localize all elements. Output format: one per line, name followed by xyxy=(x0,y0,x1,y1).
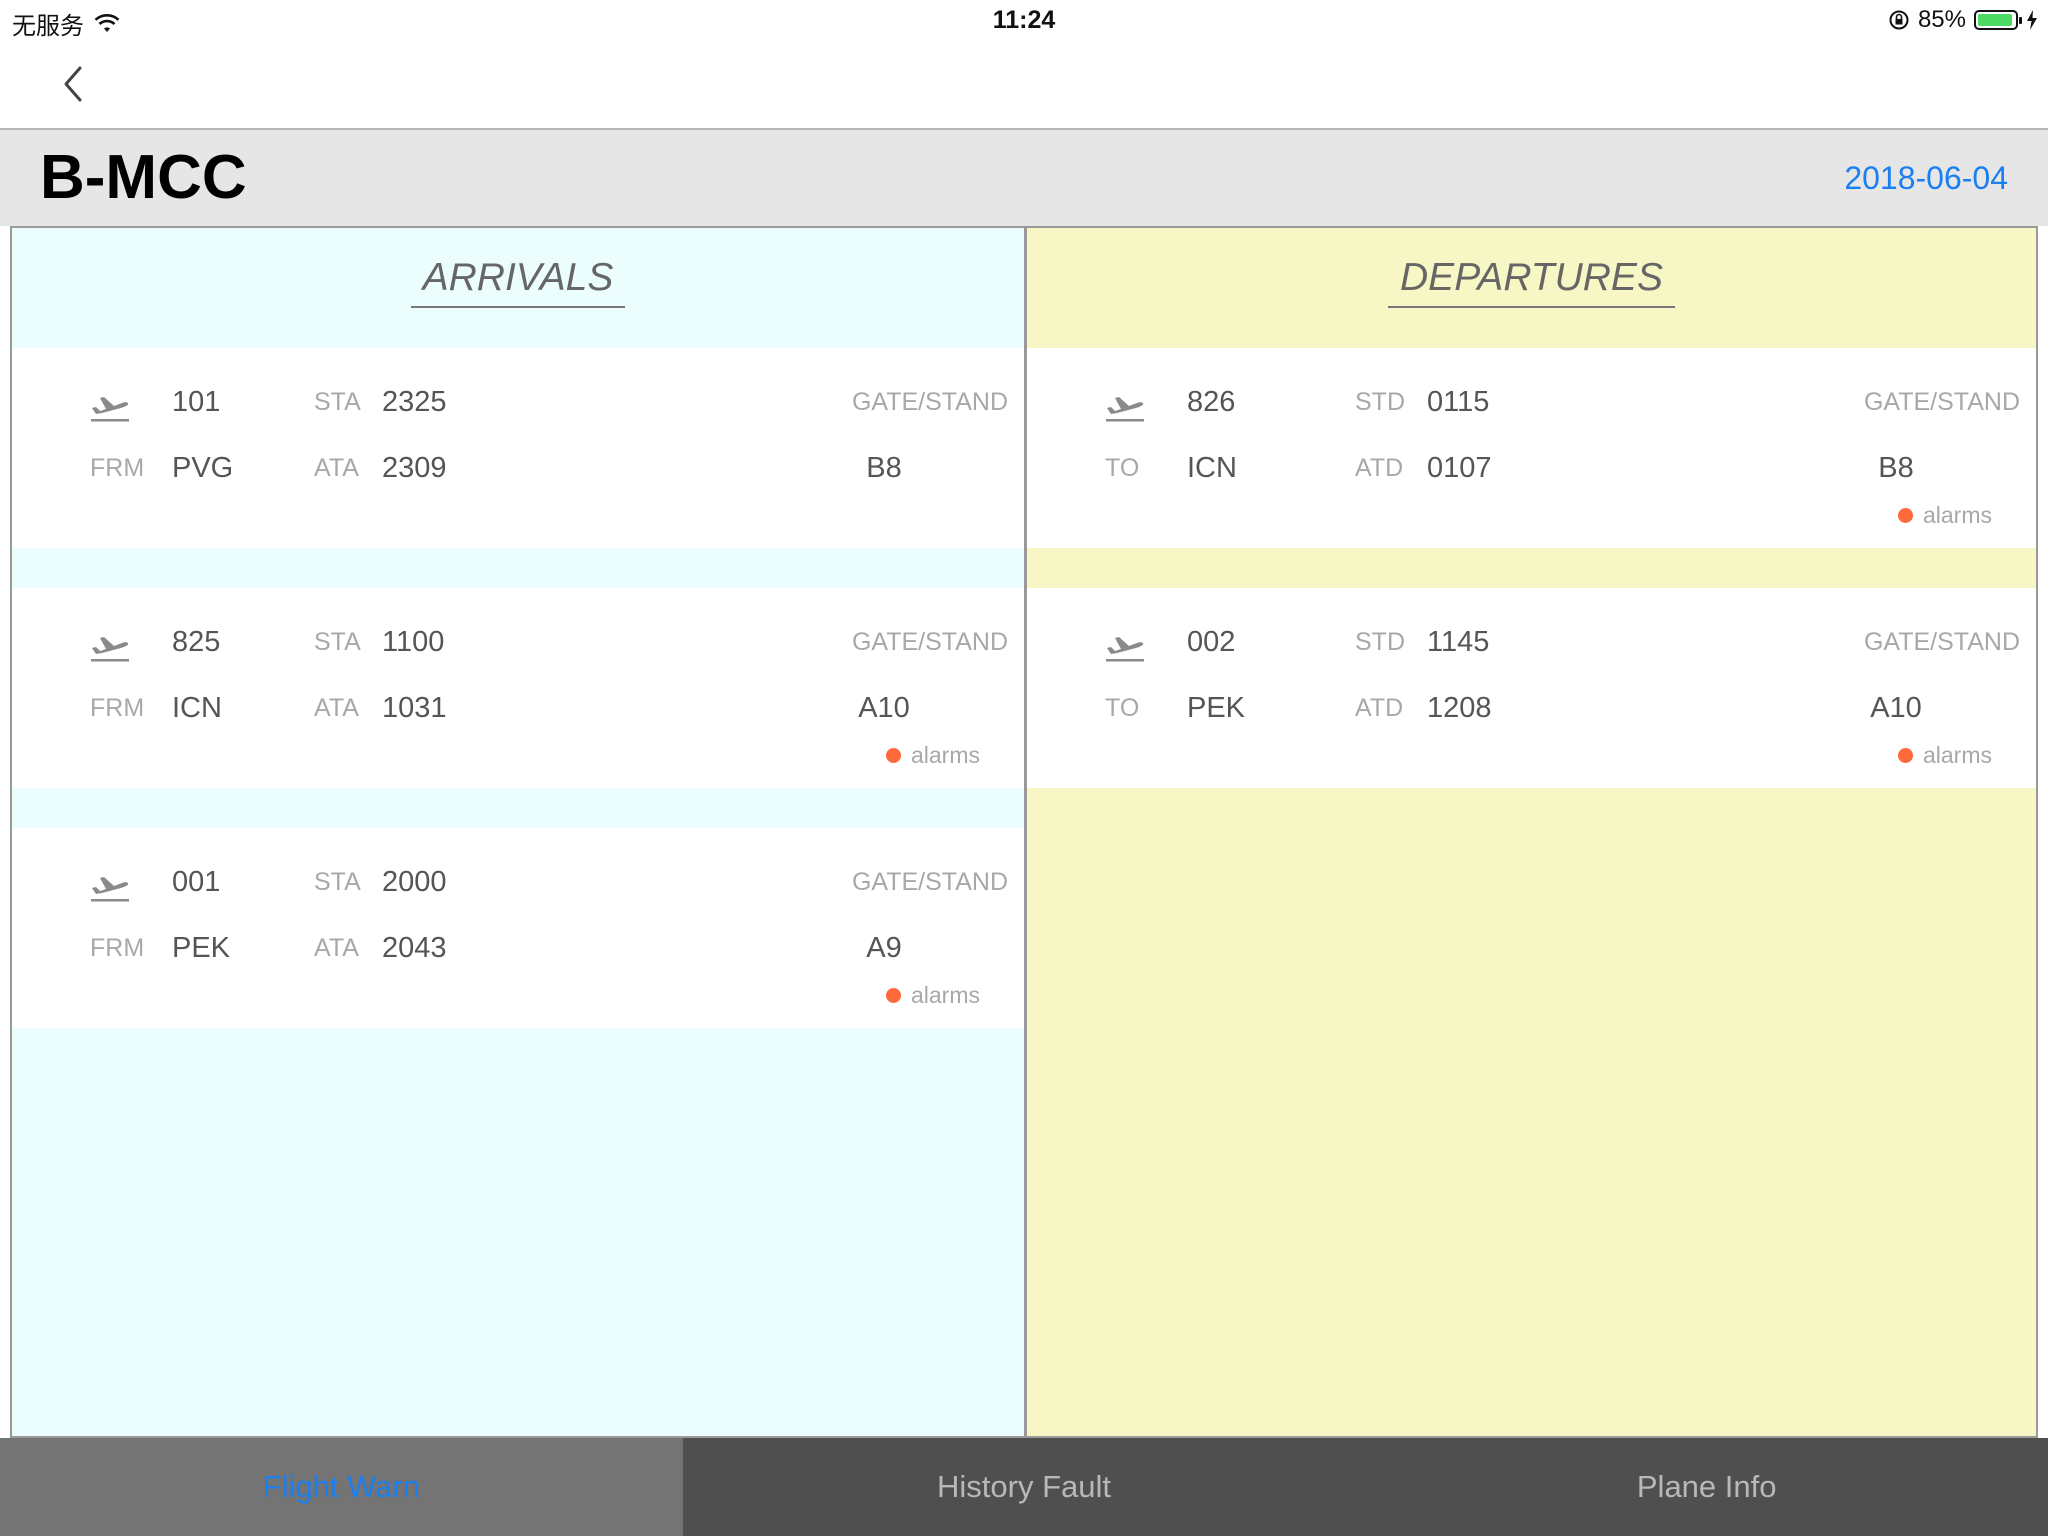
arrivals-title-text: ARRIVALS xyxy=(410,256,626,308)
alarm-dot-icon xyxy=(1897,508,1913,523)
route-label: FRM xyxy=(90,454,145,482)
alarm-label: alarms xyxy=(910,742,980,768)
flight-number: 101 xyxy=(172,386,221,418)
sched-time: 1100 xyxy=(382,626,445,658)
gate-label: GATE/STAND xyxy=(851,628,1008,656)
arrivals-title: ARRIVALS xyxy=(12,256,1024,308)
gate-value: B8 xyxy=(1878,452,1914,484)
sched-time: 2000 xyxy=(382,866,447,898)
plane-icon xyxy=(88,386,132,426)
plane-icon xyxy=(1103,386,1147,426)
tab-plane-info[interactable]: Plane Info xyxy=(1365,1438,2048,1536)
sched-label: STD xyxy=(1355,388,1405,416)
actual-label: ATD xyxy=(1355,694,1404,722)
flight-card[interactable]: 826 STD 0115 TO ICN ATD 0107 GATE/STAND B8 alarms xyxy=(1027,348,2036,548)
sched-time: 2325 xyxy=(382,386,447,418)
flight-card[interactable]: 101 STA 2325 FRM PVG ATA 2309 GATE/STAND B8 xyxy=(12,348,1024,548)
route-airport: ICN xyxy=(172,692,222,724)
route-label: TO xyxy=(1105,454,1140,482)
actual-label: ATA xyxy=(314,454,359,482)
alarm-dot-icon xyxy=(1897,748,1913,763)
plane-icon xyxy=(88,866,132,906)
flight-card[interactable]: 001 STA 2000 FRM PEK ATA 2043 GATE/STAND A9 alarm… xyxy=(12,828,1024,1028)
gate-value: A9 xyxy=(866,932,902,964)
actual-time: 1031 xyxy=(382,692,447,724)
route-airport: PEK xyxy=(172,932,231,964)
flight-number: 825 xyxy=(172,626,221,658)
sched-time: 1145 xyxy=(1427,626,1490,658)
actual-time: 2309 xyxy=(382,452,447,484)
gate-value: B8 xyxy=(866,452,902,484)
tab-history-fault[interactable]: History Fault xyxy=(682,1438,1366,1536)
route-airport: PEK xyxy=(1187,692,1246,724)
plane-icon xyxy=(88,626,132,666)
alarm-indicator[interactable]: alarms xyxy=(1897,742,1992,769)
actual-label: ATA xyxy=(314,934,359,962)
flight-number: 002 xyxy=(1187,626,1236,658)
actual-time: 0107 xyxy=(1427,452,1492,484)
actual-time: 1208 xyxy=(1427,692,1492,724)
rotation-lock-icon xyxy=(1889,10,1909,30)
gate-value: A10 xyxy=(1870,692,1922,724)
gate-value: A10 xyxy=(858,692,910,724)
status-right: 85% xyxy=(1888,6,2038,34)
plane-icon xyxy=(1103,626,1147,666)
alarm-indicator[interactable]: alarms xyxy=(885,742,980,769)
alarm-label: alarms xyxy=(910,982,980,1008)
actual-label: ATD xyxy=(1355,454,1404,482)
battery-percent: 85% xyxy=(1917,6,1966,33)
tab-bar: Flight Warn History Fault Plane Info xyxy=(0,1438,2048,1536)
sched-label: STA xyxy=(314,628,361,656)
alarm-indicator[interactable]: alarms xyxy=(1897,502,1992,529)
flight-card[interactable]: 002 STD 1145 TO PEK ATD 1208 GATE/STAND A10 alarm… xyxy=(1027,588,2036,788)
alarm-dot-icon xyxy=(885,988,901,1003)
gate-label: GATE/STAND xyxy=(851,868,1008,896)
back-button[interactable] xyxy=(50,60,100,110)
page-title: B-MCC xyxy=(40,143,247,212)
navigation-bar xyxy=(0,42,2048,130)
arrivals-panel: ARRIVALS 101 STA 2325 FRM PVG ATA 2309 GATE/STA… xyxy=(12,228,1024,1436)
status-bar: 无服务 11:24 85% xyxy=(0,0,2048,42)
actual-time: 2043 xyxy=(382,932,447,964)
page-header: B-MCC 2018-06-04 xyxy=(0,130,2048,226)
alarm-indicator[interactable]: alarms xyxy=(885,982,980,1009)
sched-time: 0115 xyxy=(1427,386,1490,418)
route-label: FRM xyxy=(90,694,145,722)
chevron-left-icon xyxy=(64,66,82,102)
status-time: 11:24 xyxy=(992,6,1056,34)
alarm-dot-icon xyxy=(885,748,901,763)
tab-flight-warn[interactable]: Flight Warn xyxy=(0,1438,683,1536)
gate-label: GATE/STAND xyxy=(1863,388,2020,416)
flight-number: 001 xyxy=(172,866,221,898)
charging-bolt-icon xyxy=(2027,10,2037,30)
alarm-label: alarms xyxy=(1922,742,1992,768)
route-label: TO xyxy=(1105,694,1140,722)
route-airport: ICN xyxy=(1187,452,1237,484)
departures-title-text: DEPARTURES xyxy=(1388,256,1675,308)
departures-panel: DEPARTURES 826 STD 0115 TO ICN ATD 0107 GATE/ST… xyxy=(1027,228,2036,1436)
sched-label: STA xyxy=(314,388,361,416)
flight-card[interactable]: 825 STA 1100 FRM ICN ATA 1031 GATE/STAND A10 alar… xyxy=(12,588,1024,788)
actual-label: ATA xyxy=(314,694,359,722)
date-selector[interactable]: 2018-06-04 xyxy=(1844,160,2008,197)
alarm-label: alarms xyxy=(1922,502,1992,528)
gate-label: GATE/STAND xyxy=(1863,628,2020,656)
battery-icon xyxy=(1974,10,2022,30)
flight-number: 826 xyxy=(1187,386,1236,418)
sched-label: STA xyxy=(314,868,361,896)
gate-label: GATE/STAND xyxy=(851,388,1008,416)
sched-label: STD xyxy=(1355,628,1405,656)
route-airport: PVG xyxy=(172,452,234,484)
flight-panels: ARRIVALS 101 STA 2325 FRM PVG ATA 2309 GATE/STA… xyxy=(10,226,2038,1438)
departures-title: DEPARTURES xyxy=(1027,256,2036,308)
route-label: FRM xyxy=(90,934,145,962)
